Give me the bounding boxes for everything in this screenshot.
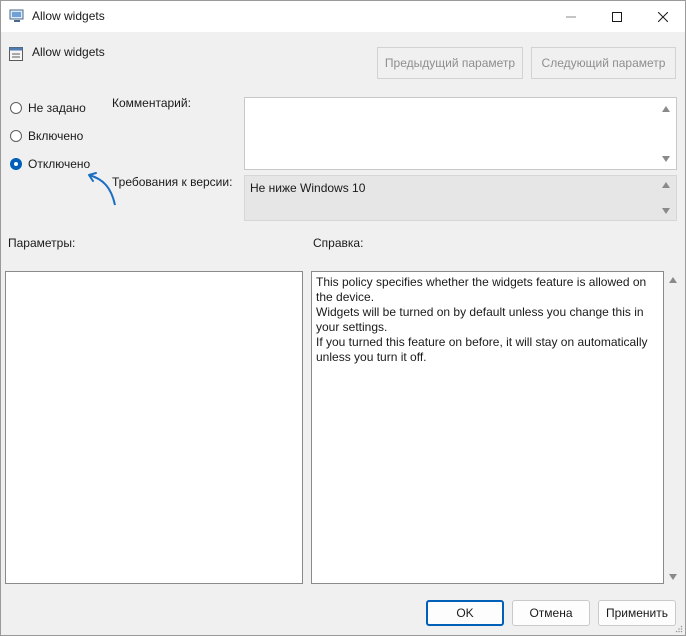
help-line: This policy specifies whether the widget… — [316, 275, 647, 304]
scroll-up-icon[interactable] — [662, 182, 670, 188]
params-label: Параметры: — [8, 236, 76, 250]
previous-setting-button[interactable]: Предыдущий параметр — [377, 47, 523, 79]
window-title: Allow widgets — [32, 9, 105, 23]
resize-grip-icon[interactable] — [675, 625, 683, 633]
help-text: This policy specifies whether the widget… — [316, 275, 658, 365]
radio-not-configured[interactable]: Не задано — [10, 101, 86, 115]
comment-textarea[interactable] — [244, 97, 677, 170]
maximize-icon — [612, 11, 622, 22]
requirements-value: Не ниже Windows 10 — [250, 181, 366, 195]
minimize-button[interactable] — [548, 1, 594, 32]
scroll-down-icon[interactable] — [662, 208, 670, 214]
radio-enabled[interactable]: Включено — [10, 129, 83, 143]
scroll-up-icon[interactable] — [669, 277, 677, 283]
policy-title: Allow widgets — [32, 45, 105, 59]
radio-circle[interactable] — [10, 102, 22, 114]
help-panel: This policy specifies whether the widget… — [311, 271, 664, 584]
maximize-button[interactable] — [594, 1, 640, 32]
close-icon — [658, 11, 668, 22]
title-bar: Allow widgets — [1, 1, 685, 32]
policy-app-icon — [9, 9, 24, 22]
scroll-down-icon[interactable] — [662, 156, 670, 162]
params-panel — [5, 271, 303, 584]
requirements-field: Не ниже Windows 10 — [244, 175, 677, 221]
scroll-down-icon[interactable] — [669, 574, 677, 580]
cancel-button[interactable]: Отмена — [512, 600, 590, 626]
help-line: Widgets will be turned on by default unl… — [316, 305, 644, 334]
apply-button[interactable]: Применить — [598, 600, 676, 626]
help-label: Справка: — [313, 236, 364, 250]
requirements-label: Требования к версии: — [112, 175, 233, 189]
radio-label: Включено — [28, 129, 84, 143]
policy-setting-icon — [9, 47, 23, 61]
annotation-arrow-icon — [88, 172, 116, 206]
radio-disabled[interactable]: Отключено — [10, 157, 90, 171]
next-setting-button[interactable]: Следующий параметр — [531, 47, 676, 79]
ok-button[interactable]: OK — [426, 600, 504, 626]
minimize-icon — [566, 16, 576, 17]
policy-dialog-window: Allow widgets Allow widgets Предыдущий п… — [0, 0, 686, 636]
scroll-up-icon[interactable] — [662, 106, 670, 112]
radio-label: Не задано — [28, 101, 86, 115]
close-button[interactable] — [640, 1, 686, 32]
radio-circle[interactable] — [10, 158, 22, 170]
radio-circle[interactable] — [10, 130, 22, 142]
help-line: If you turned this feature on before, it… — [316, 335, 648, 364]
comment-label: Комментарий: — [112, 96, 191, 110]
